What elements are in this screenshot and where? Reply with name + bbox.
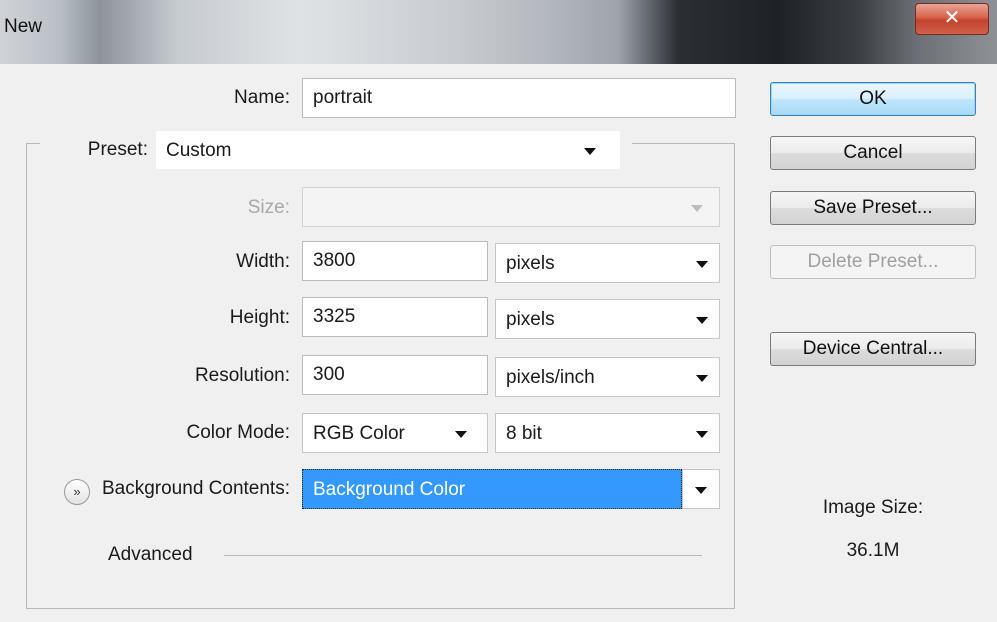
name-field[interactable]: portrait: [302, 78, 736, 118]
color-mode-select[interactable]: RGB Color: [302, 413, 488, 453]
chevron-down-icon: [455, 431, 467, 438]
background-contents-dropdown[interactable]: [682, 469, 720, 509]
height-field[interactable]: 3325: [302, 297, 488, 337]
width-field[interactable]: 3800: [302, 241, 488, 281]
bit-depth-select[interactable]: 8 bit: [495, 413, 720, 453]
width-unit-select[interactable]: pixels: [495, 243, 720, 283]
title-bar: New ✕: [0, 0, 997, 64]
device-central-button[interactable]: Device Central...: [770, 332, 976, 366]
size-select: [302, 187, 720, 227]
resolution-unit-value: pixels/inch: [506, 367, 595, 388]
size-label: Size:: [247, 197, 290, 218]
name-label: Name:: [234, 87, 290, 108]
width-unit-value: pixels: [506, 253, 555, 274]
height-label: Height:: [229, 307, 290, 328]
width-label: Width:: [236, 251, 290, 272]
resolution-label: Resolution:: [194, 365, 290, 386]
bit-depth-value: 8 bit: [506, 423, 542, 444]
advanced-divider: [224, 555, 702, 556]
image-size-value: 36.1M: [846, 540, 900, 561]
expand-advanced-icon[interactable]: »: [64, 479, 90, 505]
advanced-label[interactable]: Advanced: [108, 536, 218, 574]
window-title: New: [4, 16, 43, 37]
chevron-down-icon: [696, 317, 708, 324]
group-box-top-right: [632, 143, 734, 144]
preset-select[interactable]: Custom: [155, 130, 621, 170]
group-box-left: [26, 143, 27, 608]
chevron-down-icon: [695, 487, 707, 494]
height-unit-select[interactable]: pixels: [495, 299, 720, 339]
chevron-down-icon: [691, 205, 703, 212]
save-preset-button[interactable]: Save Preset...: [770, 191, 976, 225]
close-icon: ✕: [943, 7, 961, 29]
chevron-down-icon: [696, 261, 708, 268]
group-box-top-left: [26, 143, 40, 144]
preset-label: Preset:: [87, 139, 148, 160]
preset-value: Custom: [166, 140, 232, 161]
ok-button[interactable]: OK: [770, 82, 976, 116]
cancel-button[interactable]: Cancel: [770, 136, 976, 170]
height-unit-value: pixels: [506, 309, 555, 330]
chevron-down-icon: [696, 431, 708, 438]
background-contents-select[interactable]: Background Color: [302, 469, 682, 509]
color-mode-label: Color Mode:: [186, 422, 291, 443]
background-contents-value: Background Color: [313, 479, 466, 500]
resolution-field[interactable]: 300: [302, 355, 488, 395]
color-mode-value: RGB Color: [313, 423, 405, 444]
image-size-label: Image Size:: [822, 497, 924, 518]
delete-preset-button: Delete Preset...: [770, 245, 976, 279]
chevron-down-icon: [584, 148, 596, 155]
close-button[interactable]: ✕: [915, 3, 989, 35]
chevron-down-icon: [696, 375, 708, 382]
group-box-right: [734, 143, 735, 608]
group-box-bottom: [26, 608, 735, 609]
resolution-unit-select[interactable]: pixels/inch: [495, 357, 720, 397]
